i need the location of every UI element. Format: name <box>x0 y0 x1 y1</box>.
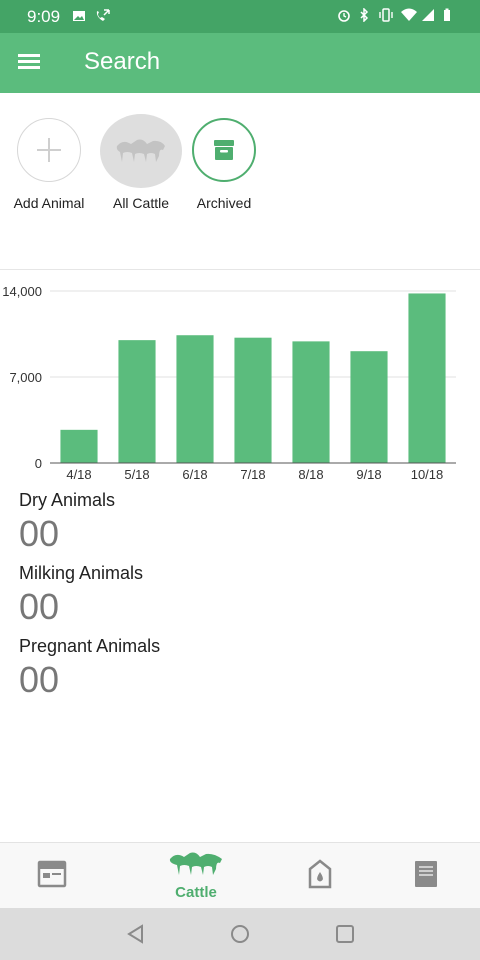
bar <box>292 341 330 463</box>
bluetooth-icon <box>358 7 372 23</box>
bar <box>408 293 446 463</box>
calendar-icon <box>37 860 67 893</box>
app-bar: Search <box>0 33 480 93</box>
x-tick-label: 6/18 <box>182 467 207 482</box>
nav-milk-tag[interactable] <box>290 843 350 909</box>
dry-animals-value: 00 <box>19 513 60 554</box>
archived-label: Archived <box>196 195 252 211</box>
x-tick-label: 9/18 <box>356 467 381 482</box>
nav-calendar[interactable] <box>22 843 82 909</box>
x-tick-label: 10/18 <box>411 467 444 482</box>
milking-animals-value: 00 <box>19 586 60 627</box>
back-icon[interactable] <box>124 922 148 946</box>
all-cattle-button[interactable]: All Cattle <box>100 114 182 211</box>
stats-list: Dry Animals 00 Milking Animals 00 Pregna… <box>19 490 459 709</box>
image-icon <box>72 9 86 23</box>
y-tick-label: 7,000 <box>9 370 42 385</box>
plus-icon <box>17 118 81 182</box>
system-nav <box>0 908 480 960</box>
menu-icon <box>18 54 40 57</box>
cattle-icon <box>100 114 182 188</box>
bar <box>118 340 156 463</box>
quick-actions: Add Animal All Cattle Archived <box>0 114 480 218</box>
home-icon[interactable] <box>228 922 252 946</box>
nav-notes[interactable] <box>396 843 456 909</box>
bar <box>176 335 214 463</box>
bar-chart: 0 7,000 14,000 4/18 5/18 6/18 7/18 8/18 9/18 10/1… <box>2 284 456 482</box>
archive-box-icon <box>192 118 256 182</box>
x-tick-label: 7/18 <box>240 467 265 482</box>
bar <box>60 429 98 463</box>
wifi-icon <box>400 8 417 22</box>
battery-icon <box>442 8 456 22</box>
dry-animals-stat: Dry Animals 00 <box>19 490 459 555</box>
bar <box>234 337 272 463</box>
milking-animals-label: Milking Animals <box>19 563 144 583</box>
nav-cattle-label: Cattle <box>175 884 217 901</box>
add-animal-label: Add Animal <box>13 195 85 211</box>
call-forward-icon <box>94 9 110 23</box>
pregnant-animals-label: Pregnant Animals <box>19 636 161 656</box>
vibrate-icon <box>379 8 393 22</box>
cattle-icon <box>168 851 224 882</box>
notes-icon <box>414 860 438 893</box>
recents-icon[interactable] <box>333 922 357 946</box>
milk-tag-icon <box>308 858 332 894</box>
cattle-chart: 0 7,000 14,000 4/18 5/18 6/18 7/18 8/18 9/18 10/1… <box>0 280 480 485</box>
bar <box>350 351 388 463</box>
status-time: 9:09 <box>27 7 61 26</box>
dry-animals-label: Dry Animals <box>19 490 116 510</box>
bottom-nav: Cattle <box>0 842 480 908</box>
divider <box>0 269 480 270</box>
x-tick-label: 4/18 <box>66 467 91 482</box>
milking-animals-stat: Milking Animals 00 <box>19 563 459 628</box>
menu-button[interactable] <box>18 51 48 75</box>
page-title: Search <box>84 48 161 75</box>
y-tick-label: 14,000 <box>2 284 42 299</box>
nav-cattle[interactable]: Cattle <box>156 843 236 909</box>
alarm-icon <box>337 8 351 22</box>
archived-button[interactable]: Archived <box>186 118 262 211</box>
status-bar: 9:09 <box>0 0 480 33</box>
y-tick-label: 0 <box>35 456 42 471</box>
signal-icon <box>421 8 435 22</box>
all-cattle-label: All Cattle <box>112 195 170 211</box>
pregnant-animals-value: 00 <box>19 659 60 700</box>
add-animal-button[interactable]: Add Animal <box>8 118 90 211</box>
pregnant-animals-stat: Pregnant Animals 00 <box>19 636 459 701</box>
x-tick-label: 8/18 <box>298 467 323 482</box>
x-tick-label: 5/18 <box>124 467 149 482</box>
